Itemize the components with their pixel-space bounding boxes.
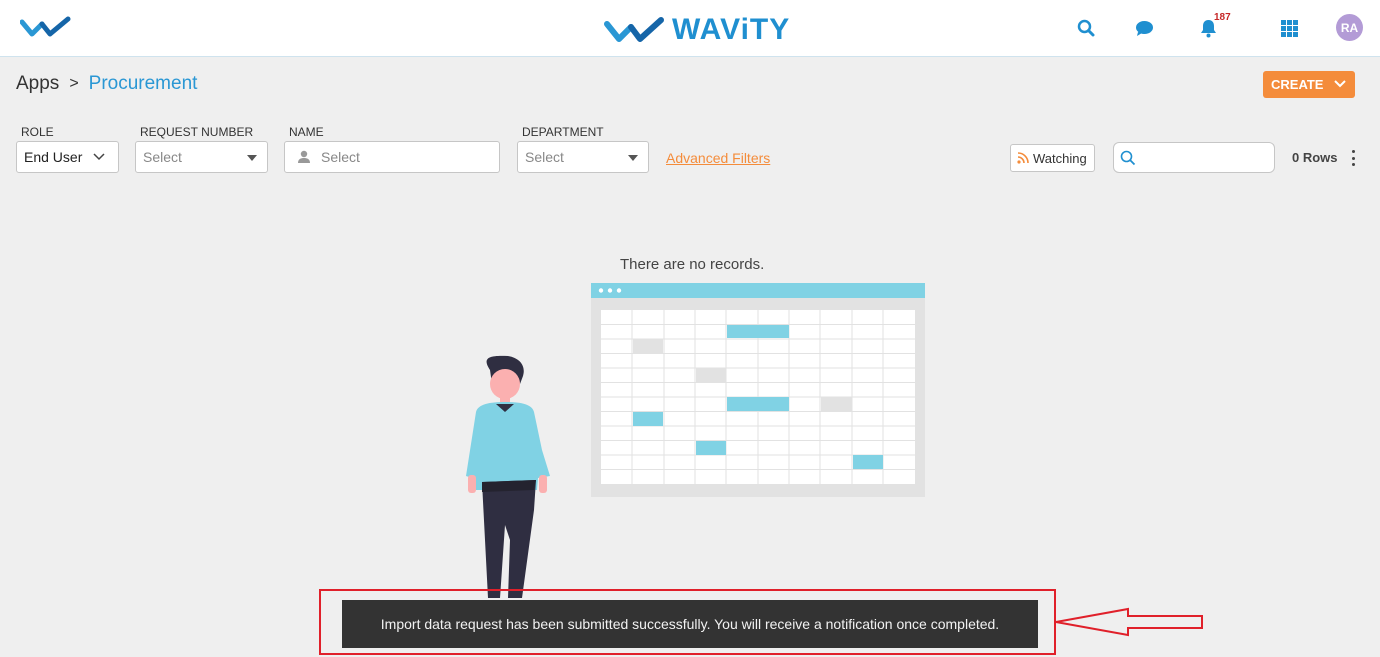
brand-mark-icon xyxy=(604,17,664,42)
empty-state-illustration xyxy=(466,283,925,598)
chevron-down-icon xyxy=(92,150,106,167)
chat-icon[interactable] xyxy=(1133,17,1155,39)
breadcrumb-current-page[interactable]: Procurement xyxy=(89,73,198,95)
watching-button[interactable]: Watching xyxy=(1010,144,1095,172)
table-search-input[interactable] xyxy=(1140,150,1260,165)
annotation-arrow-icon xyxy=(1055,607,1203,637)
breadcrumb-separator: > xyxy=(69,75,79,92)
annotation-highlight-box xyxy=(319,589,1056,655)
user-icon xyxy=(297,150,311,164)
request-number-filter-label: REQUEST NUMBER xyxy=(140,125,254,139)
search-icon xyxy=(1120,150,1136,166)
role-filter-value: End User xyxy=(24,149,83,165)
search-icon[interactable] xyxy=(1075,17,1097,39)
advanced-filters-link[interactable]: Advanced Filters xyxy=(666,150,770,166)
request-number-filter-select[interactable]: Select xyxy=(135,141,268,173)
apps-grid-icon[interactable] xyxy=(1278,17,1300,39)
create-button[interactable]: CREATE xyxy=(1263,71,1355,98)
role-filter-select[interactable]: End User xyxy=(16,141,119,173)
dropdown-caret-icon xyxy=(247,155,257,161)
request-number-placeholder: Select xyxy=(143,149,182,165)
create-button-label: CREATE xyxy=(1271,77,1324,92)
watching-label: Watching xyxy=(1033,150,1087,166)
chevron-down-icon[interactable] xyxy=(1333,77,1347,94)
more-options-icon[interactable] xyxy=(1347,148,1359,168)
breadcrumb-apps-link[interactable]: Apps xyxy=(16,73,59,95)
empty-table-illustration xyxy=(591,283,925,497)
department-filter-select[interactable]: Select xyxy=(517,141,649,173)
table-search-box[interactable] xyxy=(1113,142,1275,173)
department-placeholder: Select xyxy=(525,149,564,165)
top-bar: WAViTY 187 RA xyxy=(0,0,1380,57)
breadcrumb: Apps > Procurement xyxy=(16,73,197,95)
role-filter-label: ROLE xyxy=(21,125,54,139)
dropdown-caret-icon xyxy=(628,155,638,161)
brand-logo: WAViTY xyxy=(604,13,790,47)
person-illustration xyxy=(466,355,550,598)
brand-name: WAViTY xyxy=(672,13,791,46)
department-filter-label: DEPARTMENT xyxy=(522,125,604,139)
name-filter-placeholder: Select xyxy=(321,149,360,165)
name-filter-label: NAME xyxy=(289,125,324,139)
empty-state-message: There are no records. xyxy=(620,256,765,273)
app-logo-icon[interactable] xyxy=(19,16,74,43)
rss-icon xyxy=(1016,151,1030,165)
notification-count-badge: 187 xyxy=(1214,12,1231,23)
user-avatar[interactable]: RA xyxy=(1336,14,1363,41)
row-count: 0 Rows xyxy=(1292,150,1338,165)
name-filter-input[interactable]: Select xyxy=(284,141,500,173)
